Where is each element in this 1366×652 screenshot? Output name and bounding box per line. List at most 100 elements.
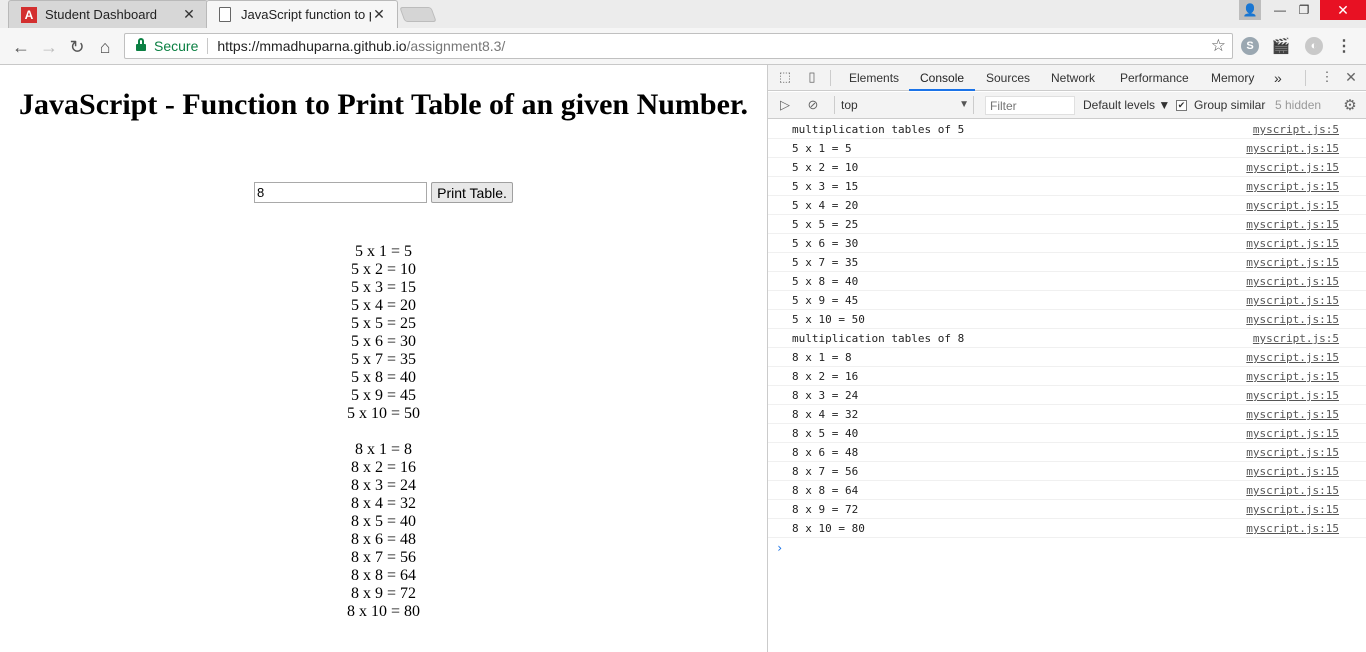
url-host: https://mmadhuparna.github.io: [217, 38, 407, 54]
log-source-link[interactable]: myscript.js:15: [1246, 196, 1339, 215]
new-tab-button[interactable]: [399, 7, 437, 22]
log-source-link[interactable]: myscript.js:15: [1246, 272, 1339, 291]
log-source-link[interactable]: myscript.js:15: [1246, 310, 1339, 329]
chevron-down-icon: ▼: [959, 99, 969, 110]
context-select[interactable]: top ▼: [834, 96, 974, 114]
log-message: 5 x 9 = 45: [792, 294, 859, 307]
inspect-element-icon[interactable]: ⬚: [777, 69, 793, 85]
console-log-row: 8 x 10 = 80 myscript.js:15: [768, 519, 1366, 538]
print-table-button[interactable]: Print Table.: [431, 182, 513, 203]
console-log-row: 5 x 8 = 40 myscript.js:15: [768, 272, 1366, 291]
tab-student-dashboard[interactable]: A Student Dashboard ✕: [8, 0, 208, 28]
log-source-link[interactable]: myscript.js:15: [1246, 405, 1339, 424]
table-line: 8 x 8 = 64: [350, 567, 417, 584]
tab-console[interactable]: Console: [909, 65, 976, 91]
tab-elements[interactable]: Elements: [849, 65, 899, 91]
divider: [1305, 70, 1306, 86]
log-source-link[interactable]: myscript.js:15: [1246, 348, 1339, 367]
console-log-row: 8 x 7 = 56 myscript.js:15: [768, 462, 1366, 481]
tab-memory[interactable]: Memory: [1211, 65, 1254, 91]
table-line: 5 x 2 = 10: [350, 261, 417, 278]
more-tabs-icon[interactable]: »: [1274, 65, 1282, 91]
browser-menu-icon[interactable]: ⋮: [1336, 36, 1352, 56]
log-source-link[interactable]: myscript.js:15: [1246, 500, 1339, 519]
back-button[interactable]: ←: [9, 35, 33, 59]
console-log-area: multiplication tables of 5 myscript.js:5 5…: [768, 120, 1366, 558]
table-line: 5 x 4 = 20: [350, 297, 417, 314]
extension-icon[interactable]: ◐: [1305, 37, 1323, 55]
log-source-link[interactable]: myscript.js:15: [1246, 519, 1339, 538]
home-button[interactable]: ⌂: [93, 35, 117, 59]
secure-label: Secure: [154, 38, 199, 54]
log-message: 8 x 5 = 40: [792, 427, 859, 440]
group-similar-checkbox[interactable]: ✔: [1176, 99, 1187, 111]
group-similar-toggle[interactable]: ✔ Group similar: [1176, 98, 1265, 112]
log-source-link[interactable]: myscript.js:15: [1246, 481, 1339, 500]
table-line: 8 x 2 = 16: [350, 459, 417, 476]
console-log-row: 5 x 3 = 15 myscript.js:15: [768, 177, 1366, 196]
skype-extension-icon[interactable]: S: [1241, 37, 1259, 55]
devtools-close-icon[interactable]: ✕: [1343, 69, 1359, 85]
log-source-link[interactable]: myscript.js:15: [1246, 158, 1339, 177]
log-source-link[interactable]: myscript.js:15: [1246, 443, 1339, 462]
log-source-link[interactable]: myscript.js:15: [1246, 424, 1339, 443]
devtools-menu-icon[interactable]: ⋮: [1319, 69, 1335, 85]
close-icon[interactable]: ✕: [371, 6, 387, 23]
console-log-row: 8 x 2 = 16 myscript.js:15: [768, 367, 1366, 386]
log-message: 8 x 9 = 72: [792, 503, 859, 516]
log-message: 5 x 5 = 25: [792, 218, 859, 231]
console-sidebar-icon[interactable]: ▷: [777, 97, 793, 113]
context-value: top: [841, 98, 858, 112]
table-line: 8 x 10 = 80: [346, 603, 421, 620]
console-log-row: 5 x 10 = 50 myscript.js:15: [768, 310, 1366, 329]
log-message: 8 x 4 = 32: [792, 408, 859, 421]
minimize-button[interactable]: —: [1268, 0, 1292, 20]
video-extension-icon[interactable]: 🎬: [1272, 37, 1291, 55]
tab-sources[interactable]: Sources: [986, 65, 1030, 91]
table-line: 5 x 3 = 15: [350, 279, 417, 296]
log-source-link[interactable]: myscript.js:15: [1246, 386, 1339, 405]
log-source-link[interactable]: myscript.js:15: [1246, 215, 1339, 234]
close-icon[interactable]: ✕: [181, 6, 197, 23]
console-prompt[interactable]: ›: [768, 538, 1366, 558]
url-path: /assignment8.3/: [406, 38, 506, 54]
user-icon[interactable]: 👤: [1239, 0, 1261, 20]
log-source-link[interactable]: myscript.js:15: [1246, 139, 1339, 158]
table-line: 5 x 5 = 25: [350, 315, 417, 332]
tab-network[interactable]: Network: [1051, 65, 1095, 91]
log-source-link[interactable]: myscript.js:5: [1253, 120, 1339, 139]
log-source-link[interactable]: myscript.js:15: [1246, 291, 1339, 310]
log-source-link[interactable]: myscript.js:15: [1246, 462, 1339, 481]
log-source-link[interactable]: myscript.js:15: [1246, 253, 1339, 272]
window-close-button[interactable]: ✕: [1320, 0, 1366, 20]
bookmark-star-icon[interactable]: ☆: [1211, 36, 1226, 56]
console-log-row: 5 x 4 = 20 myscript.js:15: [768, 196, 1366, 215]
console-log-row: 5 x 1 = 5 myscript.js:15: [768, 139, 1366, 158]
log-source-link[interactable]: myscript.js:5: [1253, 329, 1339, 348]
reload-button[interactable]: ↻: [65, 35, 89, 59]
tab-javascript-function[interactable]: JavaScript function to prin ✕: [206, 0, 398, 28]
maximize-button[interactable]: ❐: [1292, 0, 1316, 20]
forward-button[interactable]: →: [37, 35, 61, 59]
address-bar[interactable]: Secure https://mmadhuparna.github.io /as…: [124, 33, 1233, 59]
devtools-panel: ⬚ ▯ Elements Console Sources Network Per…: [767, 65, 1366, 652]
table-line: 5 x 10 = 50: [346, 405, 421, 422]
log-source-link[interactable]: myscript.js:15: [1246, 234, 1339, 253]
log-message: 5 x 1 = 5: [792, 142, 852, 155]
number-input[interactable]: [254, 182, 427, 203]
table-of-8: 8 x 1 = 88 x 2 = 16 8 x 3 = 24 8 x 4 = 32 8…: [0, 441, 767, 621]
console-log-row: 8 x 9 = 72 myscript.js:15: [768, 500, 1366, 519]
tab-strip: A Student Dashboard ✕ JavaScript functio…: [0, 0, 1366, 28]
log-levels-dropdown[interactable]: Default levels ▼: [1083, 98, 1170, 112]
log-source-link[interactable]: myscript.js:15: [1246, 177, 1339, 196]
table-of-5: 5 x 1 = 55 x 2 = 10 5 x 3 = 15 5 x 4 = 20 5…: [0, 243, 767, 423]
page-title: JavaScript - Function to Print Table of …: [19, 88, 748, 121]
clear-console-icon[interactable]: ⊘: [805, 97, 821, 113]
device-toolbar-icon[interactable]: ▯: [804, 69, 820, 85]
console-filter-input[interactable]: [985, 96, 1075, 115]
settings-gear-icon[interactable]: ⚙: [1342, 97, 1358, 114]
log-message: 8 x 6 = 48: [792, 446, 859, 459]
tab-performance[interactable]: Performance: [1120, 65, 1189, 91]
angular-favicon-icon: A: [21, 6, 37, 23]
log-source-link[interactable]: myscript.js:15: [1246, 367, 1339, 386]
